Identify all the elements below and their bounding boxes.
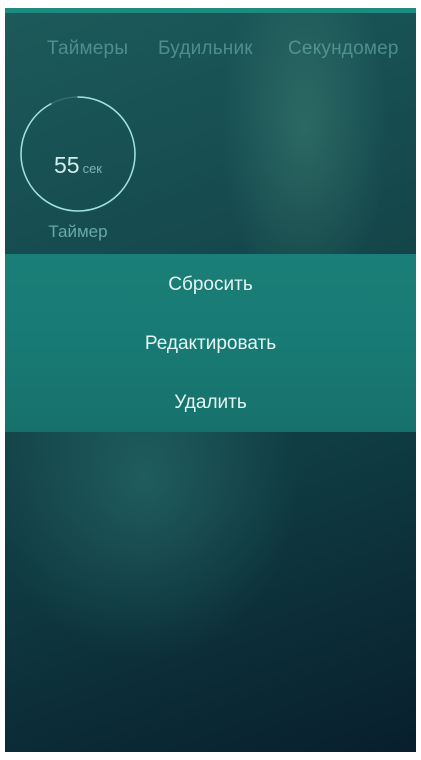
timer-unit: сек [82,161,102,176]
status-strip [5,8,416,13]
tab-alarm[interactable]: Будильник [158,38,253,60]
timer-label: Таймер [48,222,108,241]
app-screen: Таймеры Будильник Секундомер 55 сек Тайме… [5,8,416,752]
timer-item[interactable]: 55 сек Таймер [18,94,138,254]
tab-timers[interactable]: Таймеры [47,38,128,60]
header-tabs: Таймеры Будильник Секундомер [5,38,416,68]
timer-value: 55 сек [18,152,138,179]
delete-menu-item[interactable]: Удалить [5,392,416,414]
context-menu: Сбросить Редактировать Удалить [5,254,416,432]
tab-stopwatch[interactable]: Секундомер [288,38,399,60]
reset-menu-item[interactable]: Сбросить [5,274,416,296]
timer-number: 55 [53,152,80,178]
edit-menu-item[interactable]: Редактировать [5,333,416,355]
